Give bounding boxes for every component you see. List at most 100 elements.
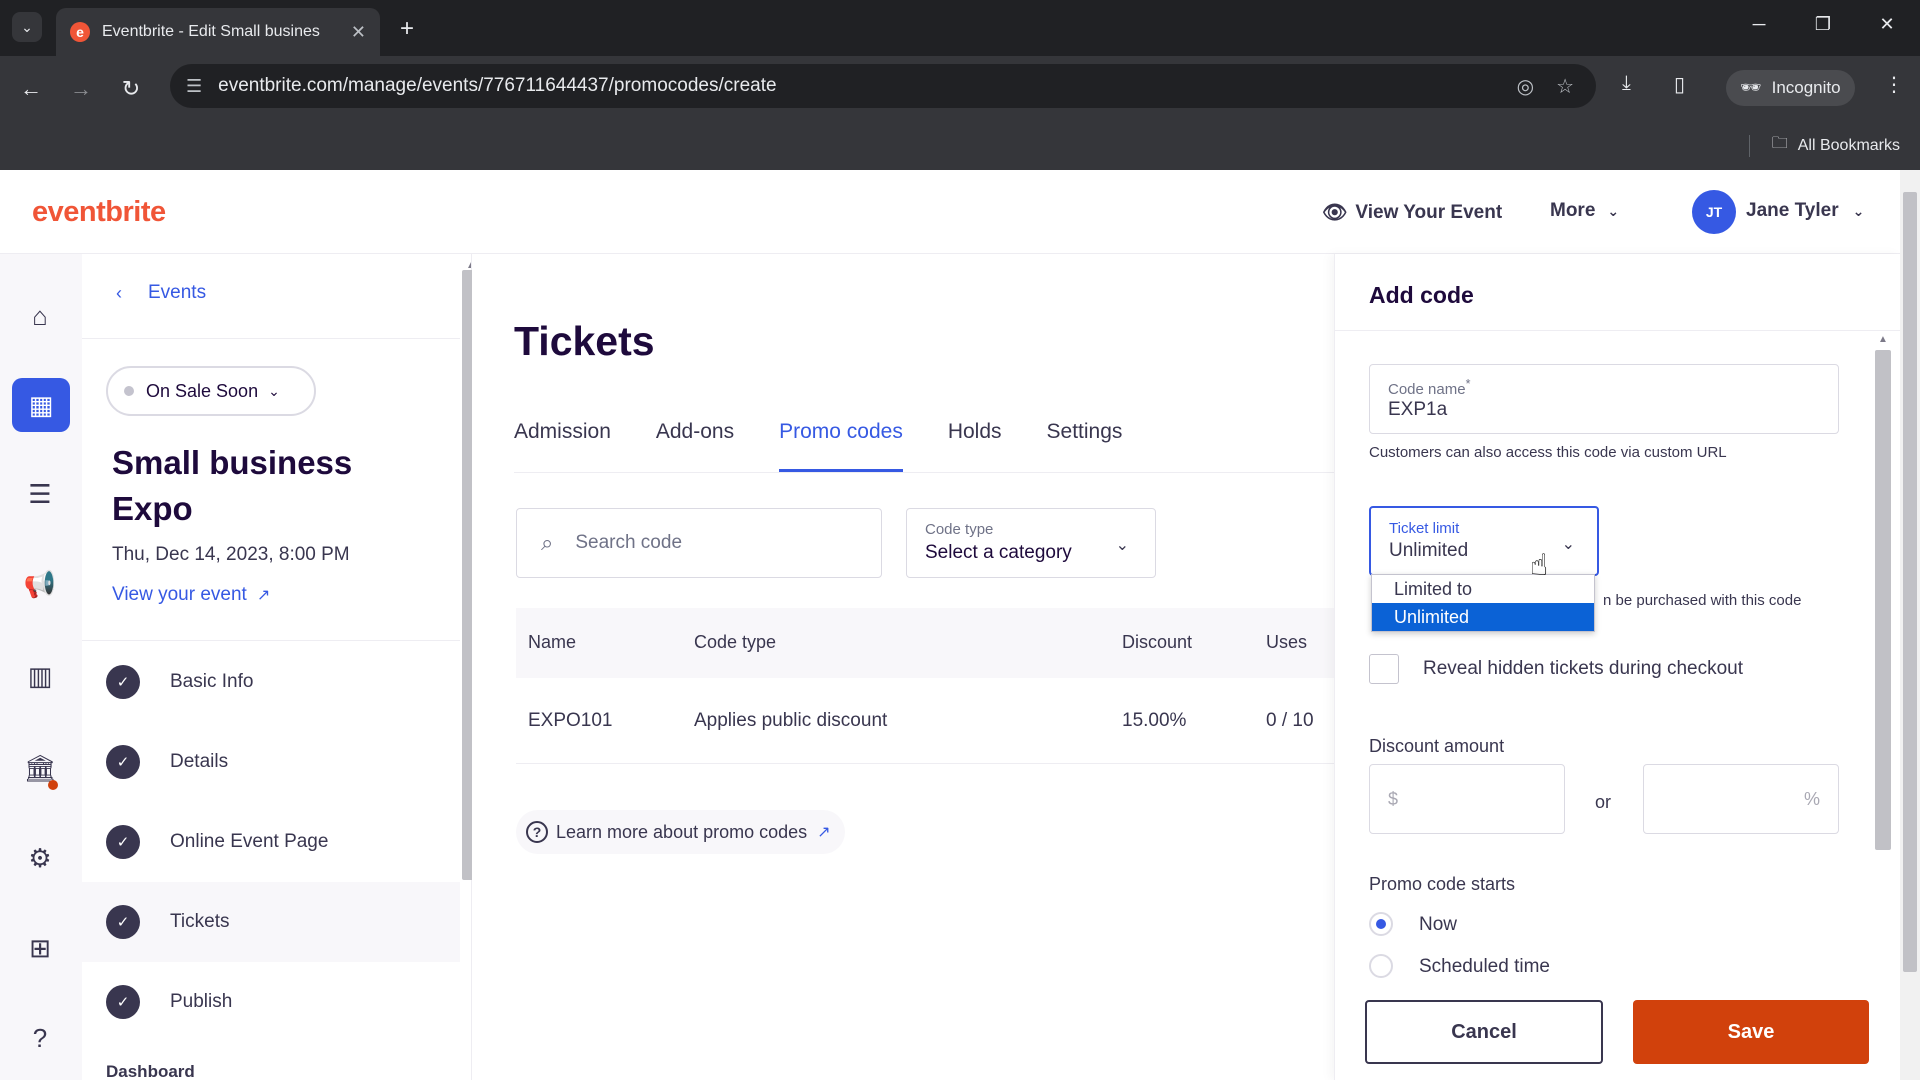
cancel-button[interactable]: Cancel <box>1365 1000 1603 1064</box>
code-name-field[interactable]: Code name* EXP1a <box>1369 364 1839 434</box>
column-header-discount: Discount <box>1122 632 1193 652</box>
reload-icon[interactable]: ↻ <box>116 74 146 104</box>
bookmarks-bar: 🗀 All Bookmarks <box>0 122 1920 170</box>
avatar[interactable]: JT <box>1692 190 1736 234</box>
column-header-name: Name <box>528 632 577 652</box>
drawer-scrollbar[interactable] <box>1875 350 1891 850</box>
code-type-select[interactable]: Code type Select a category ⌄ <box>906 508 1156 578</box>
mouse-pointer-icon: ☝ <box>1530 549 1549 582</box>
notification-dot <box>48 780 58 790</box>
page-scrollbar-thumb[interactable] <box>1903 192 1917 972</box>
dashboard-link-partial[interactable]: Dashboard <box>106 1062 195 1080</box>
tab-list-button[interactable]: ⌄ <box>12 12 42 42</box>
more-menu[interactable]: More ⌄ <box>1550 200 1619 222</box>
user-menu[interactable]: Jane Tyler ⌄ <box>1746 200 1864 222</box>
browser-tab[interactable]: e Eventbrite - Edit Small busines ✕ <box>56 8 380 56</box>
chevron-left-icon: ‹ <box>116 282 122 303</box>
learn-more-promo-codes-link[interactable]: ? Learn more about promo codes ↗ <box>516 810 845 854</box>
search-input[interactable]: ⌕ Search code <box>516 508 882 578</box>
apps-grid-icon[interactable]: ⊞ <box>20 928 60 968</box>
megaphone-icon[interactable]: 📢 <box>20 564 60 604</box>
table-header: Name Code type Discount Uses <box>516 608 1334 678</box>
user-name: Jane Tyler <box>1746 200 1839 221</box>
close-window-icon[interactable]: ✕ <box>1872 14 1902 35</box>
calendar-icon[interactable]: ▦ <box>12 378 70 432</box>
table-row[interactable]: EXPO101 Applies public discount 15.00% 0… <box>516 678 1334 764</box>
tab-holds[interactable]: Holds <box>948 420 1002 472</box>
discount-dollar-input[interactable]: $ <box>1369 764 1565 834</box>
tab-promo-codes[interactable]: Promo codes <box>779 420 903 472</box>
back-to-events[interactable]: ‹ Events <box>116 282 206 304</box>
folder-icon: 🗀 <box>1771 135 1788 152</box>
column-header-uses: Uses <box>1266 632 1308 652</box>
radio-now[interactable] <box>1369 912 1393 936</box>
view-your-event-link[interactable]: View your event ↗ <box>112 584 270 606</box>
view-your-event-link[interactable]: 👁 View Your Event <box>1322 200 1502 225</box>
radio-now-label: Now <box>1419 914 1458 935</box>
main-content: Tickets Admission Add-ons Promo codes Ho… <box>472 254 1334 1080</box>
ticket-limit-label: Ticket limit <box>1389 520 1460 537</box>
download-icon[interactable]: ⤓ <box>1622 72 1631 95</box>
cell-discount: 15.00% <box>1122 710 1187 731</box>
check-icon: ✓ <box>106 745 140 779</box>
code-name-helper: Customers can also access this code via … <box>1369 444 1727 461</box>
drawer-scroll-up-icon[interactable]: ▲ <box>1878 334 1888 345</box>
event-nav: ‹ Events On Sale Soon ⌄ Small business E… <box>82 254 472 1080</box>
chevron-down-icon: ⌄ <box>268 382 280 399</box>
save-button[interactable]: Save <box>1633 1000 1869 1064</box>
code-type-label: Code type <box>925 521 994 538</box>
discount-amount-label: Discount amount <box>1369 736 1505 756</box>
close-tab-icon[interactable]: ✕ <box>351 22 366 43</box>
incognito-icon: 🕶 <box>1740 78 1762 97</box>
browser-menu-icon[interactable]: ⋮ <box>1884 72 1904 97</box>
step-details[interactable]: ✓ Details <box>82 722 460 802</box>
step-basic-info[interactable]: ✓ Basic Info <box>82 642 460 722</box>
status-dot <box>124 386 134 396</box>
ticket-limit-select[interactable]: Ticket limit Unlimited ⌄ <box>1369 506 1599 576</box>
reveal-hidden-checkbox[interactable] <box>1369 654 1399 684</box>
tab-admission[interactable]: Admission <box>514 420 611 472</box>
eye-off-icon[interactable]: ◎ <box>1517 74 1534 99</box>
option-unlimited[interactable]: Unlimited <box>1372 603 1594 631</box>
radio-scheduled-time[interactable] <box>1369 954 1393 978</box>
address-bar[interactable]: ☰ eventbrite.com/manage/events/776711644… <box>170 64 1596 108</box>
gear-icon[interactable]: ⚙ <box>20 838 60 878</box>
minimize-icon[interactable]: ─ <box>1744 14 1774 35</box>
step-online-event-page[interactable]: ✓ Online Event Page <box>82 802 460 882</box>
radio-scheduled-label: Scheduled time <box>1419 956 1550 977</box>
help-icon[interactable]: ? <box>20 1018 60 1058</box>
option-limited-to[interactable]: Limited to <box>1372 575 1594 603</box>
bookmark-star-icon[interactable]: ☆ <box>1556 74 1574 99</box>
url-text[interactable]: eventbrite.com/manage/events/77671164443… <box>218 75 1516 97</box>
reveal-hidden-label: Reveal hidden tickets during checkout <box>1423 658 1744 679</box>
orders-list-icon[interactable]: ☰ <box>20 474 60 514</box>
chevron-down-icon: ⌄ <box>1115 537 1129 554</box>
ticket-limit-dropdown: Limited to Unlimited <box>1371 574 1595 632</box>
code-name-value[interactable]: EXP1a <box>1388 399 1447 421</box>
check-icon: ✓ <box>106 825 140 859</box>
home-icon[interactable]: ⌂ <box>20 296 60 336</box>
status-dropdown[interactable]: On Sale Soon ⌄ <box>106 366 316 416</box>
side-panel-icon[interactable]: ▯ <box>1674 72 1685 97</box>
back-arrow-icon[interactable]: ← <box>16 74 46 104</box>
eventbrite-logo[interactable]: eventbrite <box>32 196 166 229</box>
search-placeholder: Search code <box>575 532 683 553</box>
events-link: Events <box>148 282 207 303</box>
page-scrollbar[interactable] <box>1900 170 1920 1080</box>
restore-icon[interactable]: ❐ <box>1808 14 1838 35</box>
external-link-icon: ↗ <box>256 587 271 604</box>
tab-settings[interactable]: Settings <box>1047 420 1123 472</box>
all-bookmarks[interactable]: 🗀 All Bookmarks <box>1748 132 1900 159</box>
percent-suffix: % <box>1803 789 1820 809</box>
tab-add-ons[interactable]: Add-ons <box>656 420 734 472</box>
discount-percent-input[interactable]: % <box>1643 764 1839 834</box>
forward-arrow-icon[interactable]: → <box>66 74 96 104</box>
new-tab-button[interactable]: + <box>392 14 422 44</box>
step-publish[interactable]: ✓ Publish <box>82 962 460 1042</box>
site-settings-icon[interactable]: ☰ <box>186 76 202 97</box>
reports-bar-chart-icon[interactable]: ▥ <box>20 656 60 696</box>
step-tickets[interactable]: ✓ Tickets <box>82 882 460 962</box>
check-icon: ✓ <box>106 665 140 699</box>
incognito-badge[interactable]: 🕶 Incognito <box>1726 70 1855 106</box>
page-title: Tickets <box>514 318 655 364</box>
